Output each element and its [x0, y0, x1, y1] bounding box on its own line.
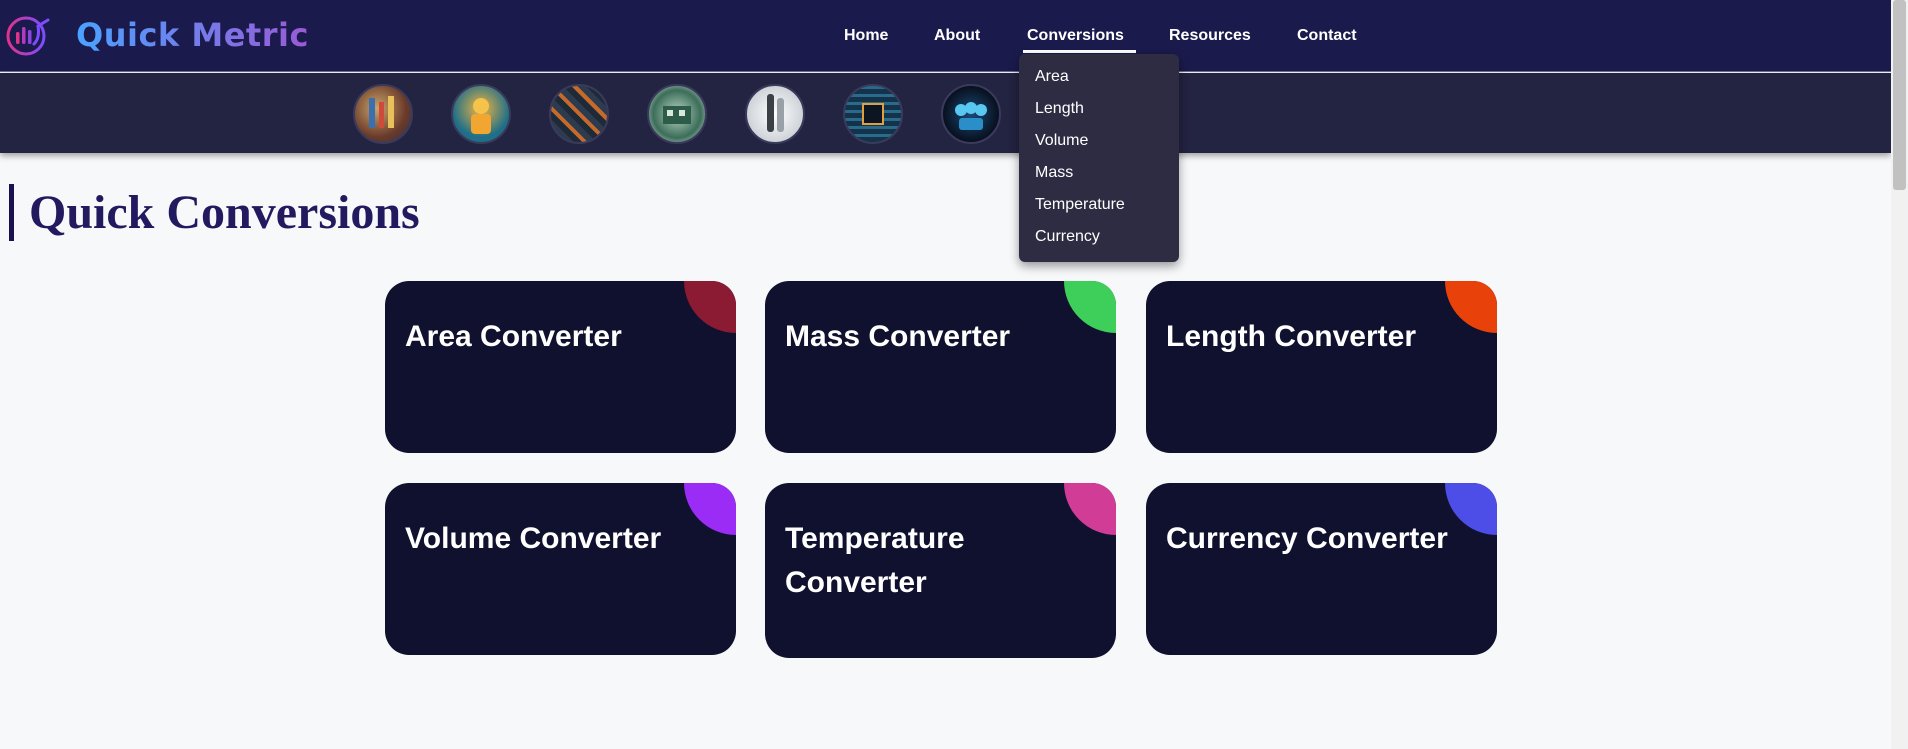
card-title: Currency Converter	[1166, 522, 1448, 555]
dropdown-item-temperature[interactable]: Temperature	[1035, 196, 1125, 214]
nav-active-indicator	[1023, 50, 1136, 53]
image-strip	[0, 73, 1891, 153]
measuring-devices-image[interactable]	[745, 84, 805, 144]
card-currency-converter[interactable]: Currency Converter	[1146, 483, 1497, 655]
robots-image[interactable]	[941, 84, 1001, 144]
nav-contact[interactable]: Contact	[1297, 27, 1357, 45]
dropdown-item-currency[interactable]: Currency	[1035, 228, 1100, 246]
card-length-converter[interactable]: Length Converter	[1146, 281, 1497, 453]
nav-about[interactable]: About	[934, 27, 980, 45]
nav-conversions[interactable]: Conversions	[1027, 27, 1124, 45]
page-scrollbar[interactable]	[1891, 0, 1908, 749]
chip-image[interactable]	[843, 84, 903, 144]
card-title: Volume Converter	[405, 522, 662, 555]
dropdown-item-length[interactable]: Length	[1035, 100, 1084, 118]
circuit-board-image[interactable]	[549, 84, 609, 144]
card-temperature-converter[interactable]: Temperature Converter	[765, 483, 1116, 658]
conversions-dropdown: Area Length Volume Mass Temperature Curr…	[1019, 54, 1179, 262]
nav-home[interactable]: Home	[844, 27, 888, 45]
scrollbar-thumb[interactable]	[1893, 0, 1906, 190]
main-nav: Home About Conversions Resources Contact	[0, 0, 1891, 72]
nav-resources[interactable]: Resources	[1169, 27, 1251, 45]
tools-image[interactable]	[353, 84, 413, 144]
card-area-converter[interactable]: Area Converter	[385, 281, 736, 453]
navbar: Quick Metric Home About Conversions Reso…	[0, 0, 1891, 72]
dropdown-item-volume[interactable]: Volume	[1035, 132, 1088, 150]
dropdown-item-area[interactable]: Area	[1035, 68, 1069, 86]
card-title: Temperature Converter	[785, 522, 965, 599]
page-title: Quick Conversions	[9, 184, 420, 241]
worker-image[interactable]	[451, 84, 511, 144]
card-volume-converter[interactable]: Volume Converter	[385, 483, 736, 655]
card-title: Length Converter	[1166, 320, 1417, 353]
electronics-image[interactable]	[647, 84, 707, 144]
card-title: Area Converter	[405, 320, 622, 353]
card-title: Mass Converter	[785, 320, 1011, 353]
dropdown-item-mass[interactable]: Mass	[1035, 164, 1073, 182]
card-mass-converter[interactable]: Mass Converter	[765, 281, 1116, 453]
